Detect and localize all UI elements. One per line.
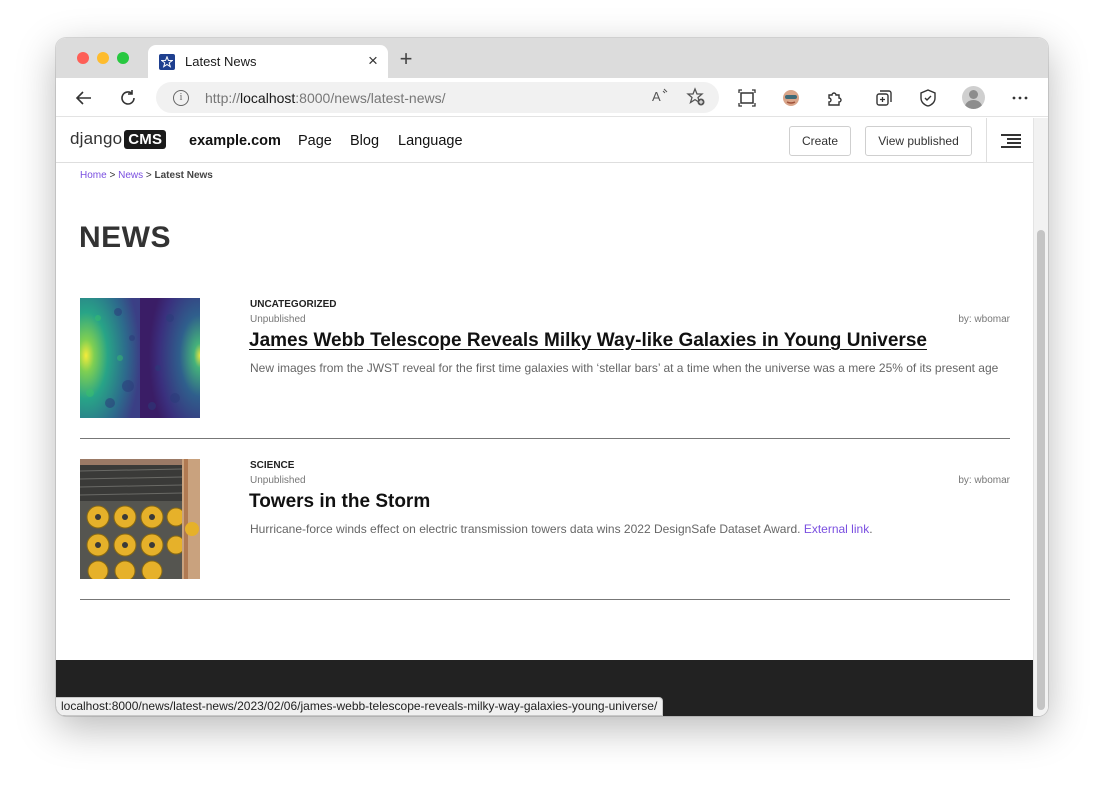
article-title-link[interactable]: Towers in the Storm xyxy=(249,491,430,513)
article-category[interactable]: SCIENCE xyxy=(250,460,294,471)
article-category[interactable]: UNCATEGORIZED xyxy=(250,299,336,310)
django-cms-logo[interactable]: django CMS xyxy=(70,129,167,149)
back-arrow-icon[interactable] xyxy=(73,87,95,109)
breadcrumb-separator: > xyxy=(145,170,152,181)
address-bar[interactable]: i http://localhost:8000/news/latest-news… xyxy=(156,82,719,113)
article-item: SCIENCE Unpublished by: wbomar Towers in… xyxy=(80,459,1010,600)
article-status: Unpublished xyxy=(250,314,306,325)
towers-thumbnail-image[interactable] xyxy=(80,459,200,579)
star-favicon-icon xyxy=(159,54,175,70)
svg-text:A: A xyxy=(652,89,661,104)
add-favorite-star-icon[interactable] xyxy=(686,87,706,107)
create-button[interactable]: Create xyxy=(789,126,851,156)
browser-tab[interactable]: Latest News × xyxy=(148,45,388,78)
page-title: NEWS xyxy=(79,221,171,254)
breadcrumb-current: Latest News xyxy=(154,170,213,181)
menu-language[interactable]: Language xyxy=(398,133,463,149)
article-lead: New images from the JWST reveal for the … xyxy=(250,361,999,375)
scrollbar-thumb[interactable] xyxy=(1037,230,1045,710)
vertical-scrollbar[interactable] xyxy=(1033,118,1048,716)
article-author: by: wbomar xyxy=(958,314,1010,325)
extensions-puzzle-icon[interactable] xyxy=(824,87,846,109)
external-link[interactable]: External link xyxy=(804,522,869,536)
article-author: by: wbomar xyxy=(958,475,1010,486)
screenshot-icon[interactable] xyxy=(736,87,758,109)
collections-icon[interactable] xyxy=(873,87,895,109)
tab-close-icon[interactable]: × xyxy=(364,51,382,71)
article-item: UNCATEGORIZED Unpublished by: wbomar Jam… xyxy=(80,298,1010,439)
breadcrumb-separator: > xyxy=(109,170,116,181)
browser-window: Latest News × + i http://localhost:8000/… xyxy=(56,38,1048,716)
page-viewport: django CMS example.com Page Blog Language… xyxy=(56,118,1048,716)
profile-avatar[interactable] xyxy=(962,86,985,109)
minimize-window-button[interactable] xyxy=(97,52,109,64)
browser-essentials-icon[interactable] xyxy=(917,87,939,109)
article-status: Unpublished xyxy=(250,475,306,486)
structure-mode-icon[interactable] xyxy=(1001,134,1021,148)
breadcrumb: Home > News > Latest News xyxy=(80,170,213,181)
close-window-button[interactable] xyxy=(77,52,89,64)
status-bar-url: localhost:8000/news/latest-news/2023/02/… xyxy=(56,697,664,716)
article-divider xyxy=(80,599,1010,600)
article-title-link[interactable]: James Webb Telescope Reveals Milky Way-l… xyxy=(249,330,927,352)
site-info-icon[interactable]: i xyxy=(173,90,189,106)
breadcrumb-news-link[interactable]: News xyxy=(118,170,143,181)
django-cms-toolbar: django CMS example.com Page Blog Language… xyxy=(56,118,1033,163)
galaxy-thumbnail-image[interactable] xyxy=(80,298,200,418)
new-tab-button[interactable]: + xyxy=(396,48,416,70)
site-menu[interactable]: example.com xyxy=(189,133,281,149)
reload-icon[interactable] xyxy=(117,87,139,109)
url-text: http://localhost:8000/news/latest-news/ xyxy=(205,90,446,106)
more-menu-icon[interactable] xyxy=(1009,87,1031,109)
extension-avatar-icon[interactable] xyxy=(780,87,802,109)
browser-toolbar: i http://localhost:8000/news/latest-news… xyxy=(56,78,1048,117)
article-lead: Hurricane-force winds effect on electric… xyxy=(250,522,873,536)
view-published-button[interactable]: View published xyxy=(865,126,972,156)
menu-blog[interactable]: Blog xyxy=(350,133,379,149)
read-aloud-icon[interactable]: A xyxy=(650,87,670,107)
tab-title: Latest News xyxy=(185,54,257,69)
tab-bar: Latest News × + xyxy=(56,38,1048,78)
menu-page[interactable]: Page xyxy=(298,133,332,149)
breadcrumb-home-link[interactable]: Home xyxy=(80,170,107,181)
zoom-window-button[interactable] xyxy=(117,52,129,64)
toolbar-divider xyxy=(986,118,987,163)
article-divider xyxy=(80,438,1010,439)
